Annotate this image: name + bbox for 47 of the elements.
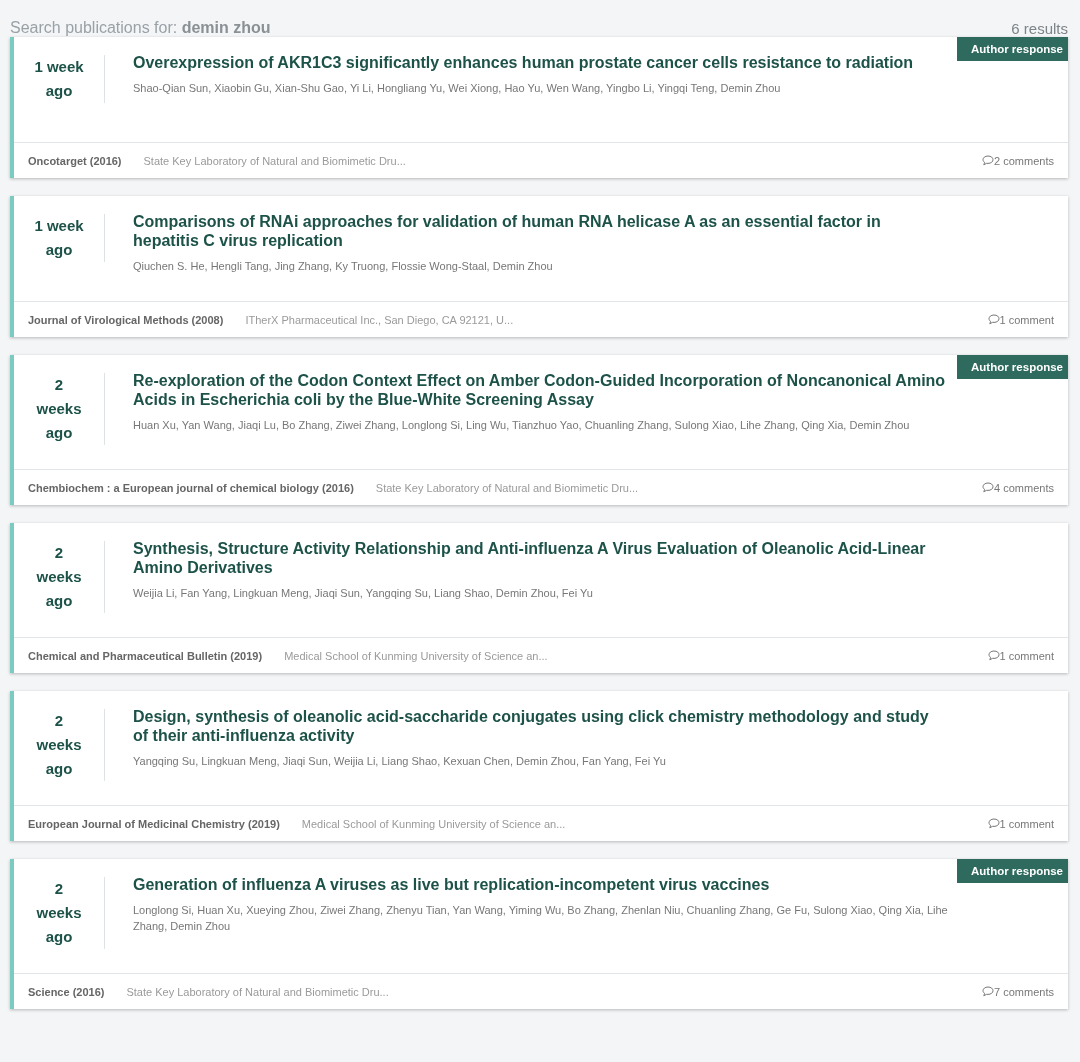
publication-title[interactable]: Re-exploration of the Codon Context Effect on Amber Codon-Guided Incorporation of Noncanonical Amino Acids in Escherichia coli by the Blue-White Screening Assay — [133, 371, 948, 409]
comment-icon — [982, 986, 995, 997]
publication-title[interactable]: Comparisons of RNAi approaches for validation of human RNA helicase A as an essential factor in hepatitis C virus replication — [133, 212, 948, 250]
author-list: Yangqing Su, Lingkuan Meng, Jiaqi Sun, Weijia Li, Liang Shao, Kexuan Chen, Demin Zhou, Fan Yang, Fei Yu — [133, 753, 948, 769]
author-list: Shao-Qian Sun, Xiaobin Gu, Xian-Shu Gao, Yi Li, Hongliang Yu, Wei Xiong, Hao Yu, Wen Wang, Yingbo Li, Yingqi Teng, Demin Zhou — [133, 80, 914, 96]
affiliation: State Key Laboratory of Natural and Biomimetic Dru... — [375, 481, 640, 494]
affiliation: State Key Laboratory of Natural and Biomimetic Dru... — [126, 985, 390, 998]
comment-icon — [987, 650, 1000, 661]
comment-count[interactable]: 2 comments — [994, 154, 1054, 167]
journal-name: Science (2016) — [28, 985, 105, 998]
affiliation: Medical School of Kunming University of Science an... — [301, 817, 567, 830]
comment-count[interactable]: 1 comment — [999, 313, 1054, 326]
author-response-badge: Author response — [957, 355, 1068, 379]
author-response-badge: Author response — [957, 37, 1068, 61]
affiliation: State Key Laboratory of Natural and Biomimetic Dru... — [143, 154, 407, 167]
comment-count[interactable]: 4 comments — [994, 481, 1054, 494]
affiliation: ITherX Pharmaceutical Inc., San Diego, CA 92121, U... — [245, 313, 515, 326]
publication-age: 1 week ago — [33, 216, 85, 260]
author-list: Weijia Li, Fan Yang, Lingkuan Meng, Jiaqi Sun, Yangqing Su, Liang Shao, Demin Zhou, Fei Yu — [133, 585, 948, 601]
journal-name: Oncotarget (2016) — [28, 154, 122, 167]
journal-name: European Journal of Medicinal Chemistry (2019) — [28, 817, 280, 830]
comment-icon — [982, 155, 995, 166]
comment-icon — [987, 314, 1000, 325]
search-query-heading: Search publications for: demin zhou — [10, 19, 271, 37]
publication-title[interactable]: Synthesis, Structure Activity Relationship and Anti-influenza A Virus Evaluation of Oleanolic Acid-Linear Amino Derivatives — [133, 539, 948, 577]
author-list: Huan Xu, Yan Wang, Jiaqi Lu, Bo Zhang, Ziwei Zhang, Longlong Si, Ling Wu, Tianzhuo Yao, Chuanling Zhang, Sulong Xiao, Lihe Zhang, Qing Xia, Demin Zhou — [133, 417, 948, 433]
affiliation: Medical School of Kunming University of Science an... — [284, 649, 549, 662]
results-count: 6 results — [1011, 20, 1068, 37]
journal-name: Journal of Virological Methods (2008) — [28, 313, 224, 326]
publication-age: 2 weeks ago — [35, 879, 83, 947]
comment-count[interactable]: 1 comment — [999, 817, 1054, 830]
comment-icon — [982, 482, 995, 493]
publication-title[interactable]: Generation of influenza A viruses as live but replication-incompetent virus vaccines — [133, 875, 948, 894]
publication-title[interactable]: Overexpression of AKR1C3 significantly enhances human prostate cancer cells resistance to radiation — [133, 53, 914, 72]
author-list: Longlong Si, Huan Xu, Xueying Zhou, Ziwei Zhang, Zhenyu Tian, Yan Wang, Yiming Wu, Bo Zhang, Zhenlan Niu, Chuanling Zhang, Ge Fu, Sulong Xiao, Qing Xia, Lihe Zhang, Demin Zhou — [133, 902, 948, 934]
comment-icon — [987, 818, 1000, 829]
comment-count[interactable]: 7 comments — [994, 985, 1054, 998]
publication-title[interactable]: Design, synthesis of oleanolic acid-saccharide conjugates using click chemistry methodology and study of their anti-influenza activity — [133, 707, 948, 745]
author-response-badge: Author response — [957, 859, 1068, 883]
comment-count[interactable]: 1 comment — [999, 649, 1054, 662]
publication-age: 2 weeks ago — [35, 543, 83, 611]
journal-name: Chembiochem : a European journal of chemical biology (2016) — [28, 481, 354, 494]
author-list: Qiuchen S. He, Hengli Tang, Jing Zhang, Ky Truong, Flossie Wong-Staal, Demin Zhou — [133, 258, 948, 274]
publication-age: 2 weeks ago — [35, 711, 83, 779]
publication-age: 2 weeks ago — [35, 375, 83, 443]
publication-age: 1 week ago — [33, 57, 85, 101]
journal-name: Chemical and Pharmaceutical Bulletin (2019) — [28, 649, 263, 662]
